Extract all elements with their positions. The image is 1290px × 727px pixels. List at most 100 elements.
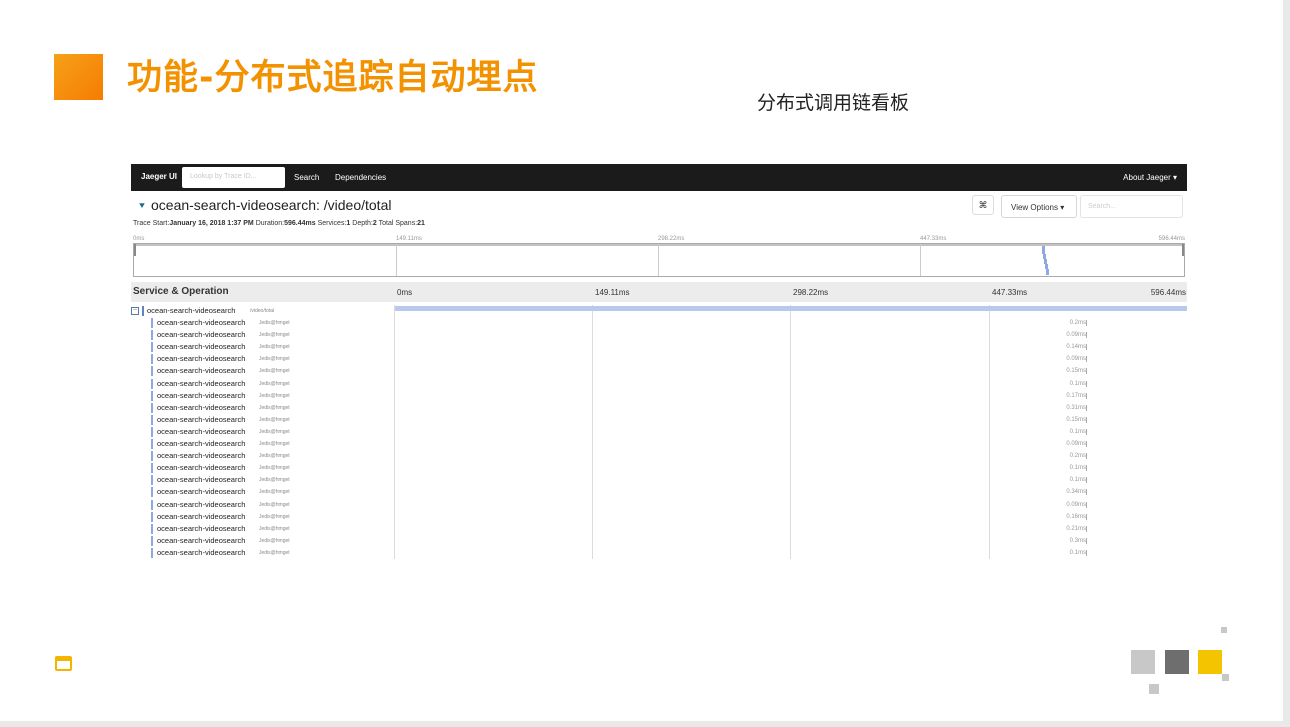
span-row[interactable]: ocean-search-videosearch Jedis@hmget 0.34m…: [131, 486, 1187, 498]
span-service-name: ocean-search-videosearch: [157, 511, 246, 521]
span-bar[interactable]: [1086, 392, 1087, 399]
span-row[interactable]: ocean-search-videosearch Jedis@hmget 0.1ms: [131, 474, 1187, 486]
span-bar[interactable]: [1086, 368, 1087, 375]
trace-title-row: ⯆ ocean-search-videosearch: /video/total…: [131, 195, 1187, 219]
service-color-indicator: [151, 366, 153, 377]
span-bar[interactable]: [1086, 501, 1087, 508]
span-row[interactable]: ocean-search-videosearch Jedis@hmget 0.09m…: [131, 499, 1187, 511]
span-row[interactable]: ocean-search-videosearch Jedis@hmget 0.2ms: [131, 317, 1187, 329]
span-row[interactable]: ocean-search-videosearch Jedis@hmget 0.09m…: [131, 438, 1187, 450]
span-row[interactable]: ocean-search-videosearch Jedis@hmget 0.31m…: [131, 402, 1187, 414]
service-color-indicator: [151, 342, 153, 353]
root-span-bar[interactable]: [395, 306, 1187, 311]
span-duration-label: 0.2ms: [1069, 453, 1086, 460]
depth-value: 2: [372, 220, 377, 227]
deco-square: [1198, 650, 1222, 674]
span-operation-name: Jedis@hmget: [259, 356, 290, 363]
span-bar[interactable]: [1086, 537, 1087, 544]
span-operation-name: Jedis@hmget: [259, 320, 290, 326]
view-options-dropdown[interactable]: View Options ▾: [1001, 195, 1077, 218]
service-color-indicator: [151, 354, 153, 365]
span-operation-name: Jedis@hmget: [259, 380, 290, 387]
chevron-double-down-icon[interactable]: ⯆: [138, 201, 146, 212]
span-bar[interactable]: [1086, 428, 1087, 435]
span-duration-label: 0.09ms: [1066, 332, 1086, 339]
span-row[interactable]: ocean-search-videosearch Jedis@hmget 0.17m…: [131, 390, 1187, 402]
span-bar[interactable]: [1086, 489, 1087, 496]
duration-label: Duration:: [255, 220, 285, 227]
span-operation-name: Jedis@hmget: [259, 489, 290, 496]
span-row[interactable]: ocean-search-videosearch Jedis@hmget 0.15m…: [131, 365, 1187, 377]
span-bar[interactable]: [1086, 477, 1087, 484]
trace-search-input[interactable]: Search...: [1080, 195, 1183, 218]
minimap-left-handle[interactable]: [134, 244, 136, 256]
minimap-gridline: [920, 244, 921, 276]
slide-title: 功能-分布式追踪自动埋点: [127, 58, 539, 98]
service-color-indicator: [151, 463, 153, 474]
span-duration-label: 0.14ms: [1066, 344, 1086, 351]
header-tick: 149.11ms: [595, 288, 630, 297]
span-row[interactable]: ocean-search-videosearch Jedis@hmget 0.09m…: [131, 353, 1187, 365]
span-row[interactable]: ocean-search-videosearch Jedis@hmget 0.1ms: [131, 547, 1187, 559]
span-bar[interactable]: [1086, 549, 1087, 556]
span-row[interactable]: ocean-search-videosearch Jedis@hmget 0.15m…: [131, 414, 1187, 426]
trace-minimap[interactable]: [133, 243, 1185, 277]
minimap-tick: 596.44ms: [1158, 236, 1185, 242]
nav-search-link[interactable]: Search: [294, 173, 319, 182]
span-service-name: ocean-search-videosearch: [157, 426, 246, 436]
span-duration-label: 0.17ms: [1066, 392, 1086, 399]
span-service-name: ocean-search-videosearch: [157, 354, 246, 364]
minimap-tick: 298.22ms: [658, 236, 685, 242]
service-color-indicator: [142, 306, 144, 316]
header-tick: 0ms: [397, 288, 413, 297]
span-row[interactable]: ocean-search-videosearch Jedis@hmget 0.09m…: [131, 329, 1187, 341]
service-color-indicator: [151, 535, 153, 546]
span-service-name: ocean-search-videosearch: [157, 318, 246, 327]
service-operation-header: Service & Operation: [133, 286, 229, 297]
nav-dependencies-link[interactable]: Dependencies: [335, 173, 386, 182]
span-operation-name: Jedis@hmget: [259, 537, 290, 544]
span-bar[interactable]: [1086, 332, 1087, 339]
span-bar[interactable]: [1086, 320, 1087, 326]
service-color-indicator: [151, 499, 153, 510]
minimap-root-span: [134, 244, 1184, 246]
span-bar[interactable]: [1086, 356, 1087, 363]
service-color-indicator: [151, 318, 153, 328]
span-row[interactable]: ocean-search-videosearch Jedis@hmget 0.1ms: [131, 378, 1187, 390]
span-bar[interactable]: [1086, 344, 1087, 351]
about-jaeger-menu[interactable]: About Jaeger ▾: [1123, 173, 1177, 182]
trace-meta: Trace Start:January 16, 2018 1:37 PM Dur…: [133, 220, 425, 227]
span-row[interactable]: ocean-search-videosearch Jedis@hmget 0.14m…: [131, 341, 1187, 353]
span-bar[interactable]: [1086, 404, 1087, 411]
service-color-indicator: [151, 487, 153, 498]
deco-square: [1222, 674, 1229, 681]
span-row[interactable]: ocean-search-videosearch Jedis@hmget 0.21m…: [131, 523, 1187, 535]
total-spans-value: 21: [417, 220, 425, 227]
span-duration-label: 0.15ms: [1066, 416, 1086, 423]
service-color-indicator: [151, 547, 153, 558]
span-bar[interactable]: [1086, 416, 1087, 423]
deco-square: [1149, 684, 1159, 694]
services-value: 1: [346, 220, 351, 227]
minimap-right-handle[interactable]: [1182, 244, 1184, 256]
span-row[interactable]: ocean-search-videosearch Jedis@hmget 0.1ms: [131, 462, 1187, 474]
span-bar[interactable]: [1086, 465, 1087, 472]
span-row[interactable]: ocean-search-videosearch Jedis@hmget 0.1ms: [131, 426, 1187, 438]
span-bar[interactable]: [1086, 525, 1087, 532]
span-row[interactable]: ocean-search-videosearch Jedis@hmget 0.3ms: [131, 535, 1187, 547]
root-span-row[interactable]: − ocean-search-videosearch /video/total: [131, 305, 395, 317]
slide: 功能-分布式追踪自动埋点 分布式调用链看板 Jaeger UI Lookup b…: [0, 0, 1283, 721]
span-row[interactable]: ocean-search-videosearch Jedis@hmget 0.2ms: [131, 450, 1187, 462]
nav-brand[interactable]: Jaeger UI: [141, 172, 177, 181]
trace-lookup-input[interactable]: Lookup by Trace ID...: [182, 167, 285, 188]
keyboard-shortcut-button[interactable]: ⌘: [972, 195, 994, 215]
deco-square: [1165, 650, 1189, 674]
span-bar[interactable]: [1086, 380, 1087, 387]
span-row[interactable]: ocean-search-videosearch Jedis@hmget 0.16m…: [131, 511, 1187, 523]
span-bar[interactable]: [1086, 513, 1087, 520]
collapse-icon[interactable]: −: [131, 307, 139, 315]
span-bar[interactable]: [1086, 453, 1087, 460]
service-color-indicator: [151, 439, 153, 449]
span-bar[interactable]: [1086, 441, 1087, 447]
span-service-name: ocean-search-videosearch: [157, 330, 246, 340]
